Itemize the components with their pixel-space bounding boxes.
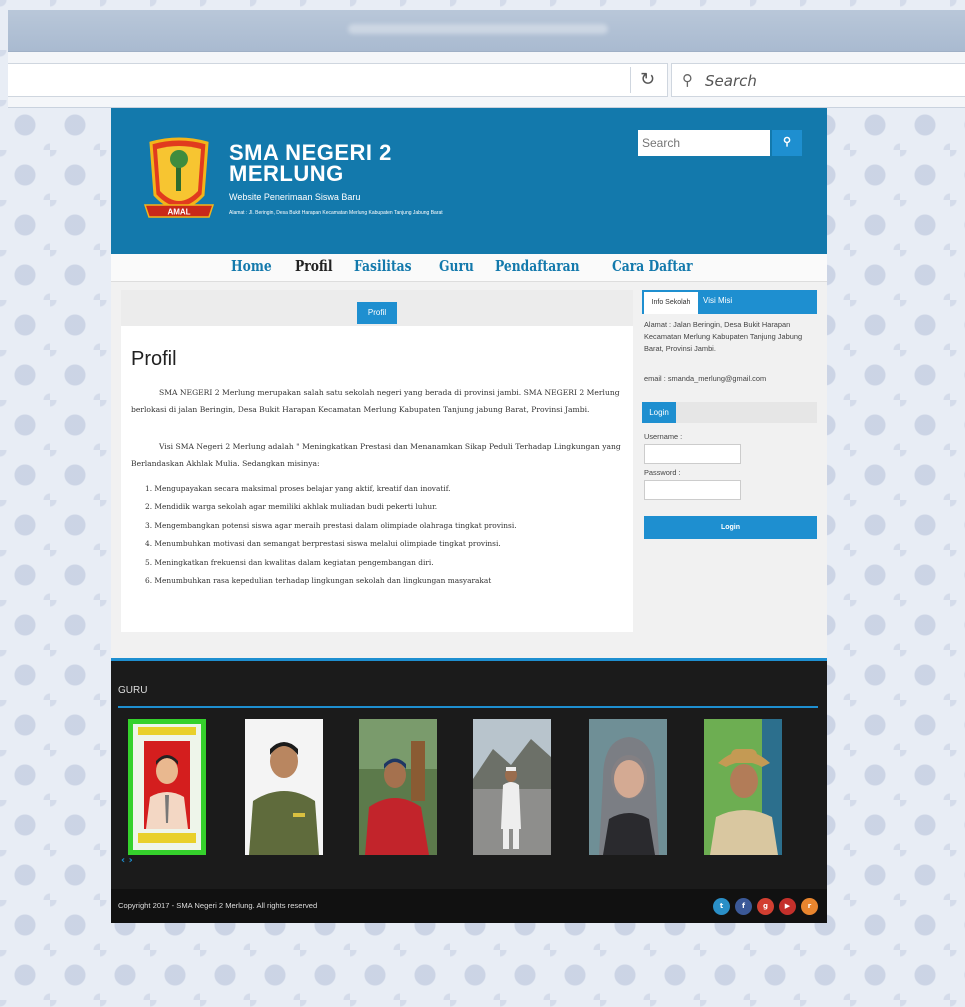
mission-item: 1. Mengupayakan secara maksimal proses b… bbox=[145, 484, 451, 493]
mission-item: 2. Mendidik warga sekolah agar memiliki … bbox=[145, 502, 438, 512]
url-bar[interactable] bbox=[8, 63, 668, 97]
browser-toolbar: ↻ ⚲ Search bbox=[8, 52, 965, 108]
teacher-photo[interactable] bbox=[704, 719, 782, 855]
mission-item: 5. Meningkatkan frekuensi dan kwalitas d… bbox=[145, 557, 434, 567]
main-menu: Home Profil Fasilitas Guru Pendaftaran C… bbox=[111, 254, 827, 282]
mission-item: 6. Menumbuhkan rasa kepedulian terhadap … bbox=[145, 575, 492, 585]
vision-paragraph: Visi SMA Negeri 2 Merlung adalah " Menin… bbox=[131, 442, 621, 468]
browser-titlebar bbox=[8, 10, 965, 52]
divider bbox=[118, 706, 818, 708]
search-button[interactable]: ⚲ bbox=[772, 130, 802, 156]
menu-item-cara-daftar[interactable]: Cara Daftar bbox=[612, 257, 693, 275]
youtube-icon[interactable]: ▶ bbox=[779, 898, 796, 915]
username-label: Username : bbox=[644, 432, 683, 441]
browser-search-box[interactable]: ⚲ Search bbox=[671, 63, 965, 97]
teacher-photo[interactable] bbox=[359, 719, 437, 855]
site-subtitle: Website Penerimaan Siswa Baru bbox=[229, 192, 361, 202]
school-email: email : smanda_merlung@gmail.com bbox=[644, 374, 767, 383]
mission-list: 1. Mengupayakan secara maksimal proses b… bbox=[145, 484, 517, 594]
site-header: AMAL SMA NEGERI 2 MERLUNG Website Peneri… bbox=[111, 108, 827, 254]
login-button[interactable]: Login bbox=[644, 516, 817, 539]
content-tab-bar: Profil bbox=[121, 290, 633, 326]
menu-item-fasilitas[interactable]: Fasilitas bbox=[354, 257, 412, 275]
web-page: AMAL SMA NEGERI 2 MERLUNG Website Peneri… bbox=[111, 108, 827, 923]
site-address: Alamat : Jl. Beringin, Desa Bukit Harapa… bbox=[229, 210, 443, 216]
facebook-icon[interactable]: f bbox=[735, 898, 752, 915]
teacher-photo[interactable] bbox=[245, 719, 323, 855]
tab-info-sekolah[interactable]: Info Sekolah bbox=[644, 292, 698, 314]
mission-item: 4. Menumbuhkan motivasi dan semangat ber… bbox=[145, 539, 501, 549]
copyright-bar: Copyright 2017 - SMA Negeri 2 Merlung. A… bbox=[111, 889, 827, 923]
guru-section-title: GURU bbox=[118, 685, 148, 696]
tab-visi-misi[interactable]: Visi Misi bbox=[703, 290, 732, 312]
password-field[interactable] bbox=[644, 480, 741, 500]
login-title: Login bbox=[642, 402, 676, 423]
tab-profil[interactable]: Profil bbox=[357, 302, 397, 324]
school-address: Alamat : Jalan Beringin, Desa Bukit Hara… bbox=[644, 320, 803, 353]
logo-motto: AMAL bbox=[167, 208, 190, 217]
username-field[interactable] bbox=[644, 444, 741, 464]
google-plus-icon[interactable]: g bbox=[757, 898, 774, 915]
rss-icon[interactable]: r bbox=[801, 898, 818, 915]
menu-item-home[interactable]: Home bbox=[231, 257, 272, 275]
search-icon: ⚲ bbox=[782, 136, 792, 148]
site-search-input[interactable] bbox=[638, 130, 770, 156]
sidebar: Info Sekolah Visi Misi Alamat : Jalan Be… bbox=[642, 290, 817, 560]
page-heading: Profil bbox=[131, 348, 177, 370]
menu-item-profil[interactable]: Profil bbox=[295, 257, 333, 275]
twitter-icon[interactable]: t bbox=[713, 898, 730, 915]
copyright-text: Copyright 2017 - SMA Negeri 2 Merlung. A… bbox=[118, 901, 318, 910]
site-title: SMA NEGERI 2 MERLUNG bbox=[229, 140, 392, 186]
profile-paragraph: SMA NEGERI 2 Merlung merupakan salah sat… bbox=[131, 388, 620, 414]
content-body: Profil SMA NEGERI 2 Merlung merupakan sa… bbox=[121, 326, 633, 632]
carousel-arrows[interactable]: ‹ › bbox=[121, 855, 133, 866]
reload-icon[interactable]: ↻ bbox=[630, 67, 664, 93]
password-label: Password : bbox=[644, 468, 681, 477]
menu-item-pendaftaran[interactable]: Pendaftaran bbox=[495, 257, 580, 275]
magnifier-icon: ⚲ bbox=[682, 71, 693, 89]
window-title-blurred bbox=[348, 24, 608, 34]
teacher-photo[interactable] bbox=[473, 719, 551, 855]
sidebar-tabs: Info Sekolah Visi Misi bbox=[642, 290, 817, 314]
main-content: Profil Profil SMA NEGERI 2 Merlung merup… bbox=[121, 290, 633, 632]
footer-guru: GURU ‹ › bbox=[111, 658, 827, 889]
menu-item-guru[interactable]: Guru bbox=[439, 257, 474, 275]
mission-item: 3. Mengembangkan potensi siswa agar mera… bbox=[145, 520, 517, 530]
teacher-photo[interactable] bbox=[128, 719, 206, 855]
school-logo[interactable]: AMAL bbox=[143, 135, 215, 227]
header-search: ⚲ bbox=[638, 130, 802, 156]
browser-search-placeholder: Search bbox=[705, 72, 757, 90]
login-header: Login bbox=[642, 402, 817, 423]
teacher-photo[interactable] bbox=[589, 719, 667, 855]
